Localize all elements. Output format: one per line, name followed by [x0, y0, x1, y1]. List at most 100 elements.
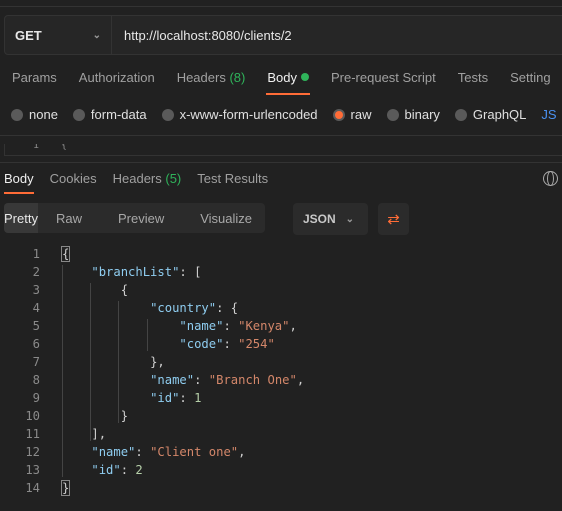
- divider: [0, 135, 562, 136]
- radio-label: none: [29, 107, 58, 122]
- radio-label: x-www-form-urlencoded: [179, 107, 318, 122]
- json-punctuation: :: [120, 463, 136, 477]
- tab-label: Headers: [176, 70, 226, 85]
- tab-response-body[interactable]: Body: [4, 171, 34, 194]
- json-punctuation: }: [120, 409, 129, 423]
- code-line: 8 "name": "Branch One",: [0, 371, 305, 389]
- code-line: 11 ],: [0, 425, 304, 443]
- tab-body[interactable]: Body: [266, 70, 310, 95]
- radio-icon: [454, 108, 467, 121]
- tab-test-results[interactable]: Test Results: [197, 171, 268, 194]
- code-line: 14}: [0, 479, 304, 497]
- tab-label: Headers: [112, 171, 162, 186]
- radio-icon: [161, 108, 174, 121]
- code-text: }: [60, 479, 71, 497]
- json-number: 2: [135, 463, 143, 477]
- method-select[interactable]: GET ⌄: [5, 16, 112, 54]
- json-punctuation: : [: [179, 265, 202, 279]
- json-punctuation: }: [60, 480, 71, 496]
- format-select[interactable]: JSON ⌄: [293, 203, 368, 235]
- view-mode-segmented: Pretty Raw Preview Visualize: [4, 203, 265, 233]
- code-text: "name": "Branch One",: [62, 371, 304, 389]
- request-body-editor[interactable]: 1 {: [4, 144, 562, 156]
- request-tabs: Params Authorization Headers (8) Body Pr…: [12, 70, 562, 95]
- body-type-radios: none form-data x-www-form-urlencoded raw…: [11, 107, 562, 122]
- json-punctuation: :: [194, 373, 209, 387]
- json-string: "254": [238, 337, 275, 351]
- view-visualize[interactable]: Visualize: [182, 203, 270, 233]
- resize-handle[interactable]: [0, 162, 562, 163]
- format-label: JSON: [303, 212, 336, 226]
- json-punctuation: : {: [216, 301, 239, 315]
- code-line: 6 "code": "254": [0, 335, 304, 353]
- line-number: 13: [25, 463, 40, 477]
- line-number: 12: [25, 445, 40, 459]
- code-text: {: [60, 245, 71, 263]
- indent-guide: [118, 301, 119, 423]
- view-preview[interactable]: Preview: [100, 203, 182, 233]
- tab-cookies[interactable]: Cookies: [50, 171, 97, 194]
- json-string: "Client one": [150, 445, 239, 459]
- radio-raw[interactable]: raw: [332, 107, 372, 122]
- json-string: "Kenya": [238, 319, 290, 333]
- json-punctuation: ,: [296, 373, 305, 387]
- view-pretty[interactable]: Pretty: [4, 203, 38, 233]
- line-number: 8: [32, 373, 40, 387]
- json-key: "id": [150, 391, 180, 405]
- json-punctuation: {: [60, 246, 71, 262]
- headers-count: (5): [165, 171, 182, 186]
- tab-headers[interactable]: Headers (8): [177, 70, 246, 94]
- tab-tests[interactable]: Tests: [458, 70, 488, 94]
- radio-urlencoded[interactable]: x-www-form-urlencoded: [161, 107, 318, 122]
- url-input[interactable]: http://localhost:8080/clients/2: [112, 16, 292, 54]
- line-number: 3: [32, 283, 40, 297]
- tab-pre-request-script[interactable]: Pre-request Script: [331, 70, 436, 94]
- json-string: "Branch One": [208, 373, 297, 387]
- json-number: 1: [194, 391, 202, 405]
- radio-label: GraphQL: [472, 107, 527, 122]
- line-number: 14: [25, 481, 40, 495]
- code-text: "branchList": [: [62, 263, 201, 281]
- wrap-lines-icon[interactable]: ⇄: [378, 203, 409, 235]
- response-tabs: Body Cookies Headers (5) Test Results: [4, 171, 284, 194]
- view-raw[interactable]: Raw: [38, 203, 100, 233]
- code-text: ],: [62, 425, 106, 443]
- code-line: 7 },: [0, 353, 304, 371]
- tab-label: Pre-request Script: [330, 70, 436, 85]
- radio-icon: [72, 108, 85, 121]
- radio-binary[interactable]: binary: [386, 107, 440, 122]
- chevron-down-icon: ⌄: [92, 29, 101, 41]
- radio-form-data[interactable]: form-data: [72, 107, 147, 122]
- indent-guide: [147, 319, 148, 351]
- code-line: 1{: [0, 245, 304, 263]
- line-number: 2: [32, 265, 40, 279]
- code-line: 9 "id": 1: [0, 389, 304, 407]
- globe-icon[interactable]: [543, 171, 558, 186]
- tab-settings[interactable]: Setting: [510, 70, 550, 94]
- radio-graphql[interactable]: GraphQL: [454, 107, 527, 122]
- tab-response-headers[interactable]: Headers (5): [113, 171, 182, 194]
- code-text: "code": "254": [62, 335, 275, 353]
- code-text: },: [62, 353, 165, 371]
- line-number: 11: [25, 427, 40, 441]
- chevron-down-icon: ⌄: [345, 213, 354, 225]
- radio-none[interactable]: none: [11, 107, 58, 122]
- json-key: "name": [91, 445, 136, 459]
- code-text: "country": {: [62, 299, 238, 317]
- line-number: 1: [32, 247, 40, 261]
- tab-authorization[interactable]: Authorization: [79, 70, 155, 94]
- radio-label: binary: [404, 107, 440, 122]
- indent-guide: [62, 265, 63, 477]
- indent-guide: [90, 283, 91, 441]
- headers-count: (8): [229, 70, 246, 85]
- tab-params[interactable]: Params: [12, 70, 57, 94]
- code-line: 5 "name": "Kenya",: [0, 317, 304, 335]
- line-number: 9: [32, 391, 40, 405]
- modified-dot-icon: [300, 73, 309, 81]
- body-format-select[interactable]: JS: [541, 107, 556, 122]
- line-number: 6: [32, 337, 40, 351]
- code-line: 4 "country": {: [0, 299, 304, 317]
- tab-label: Tests: [457, 70, 489, 85]
- code-line: 2 "branchList": [: [0, 263, 304, 281]
- tab-label: Body: [4, 171, 34, 186]
